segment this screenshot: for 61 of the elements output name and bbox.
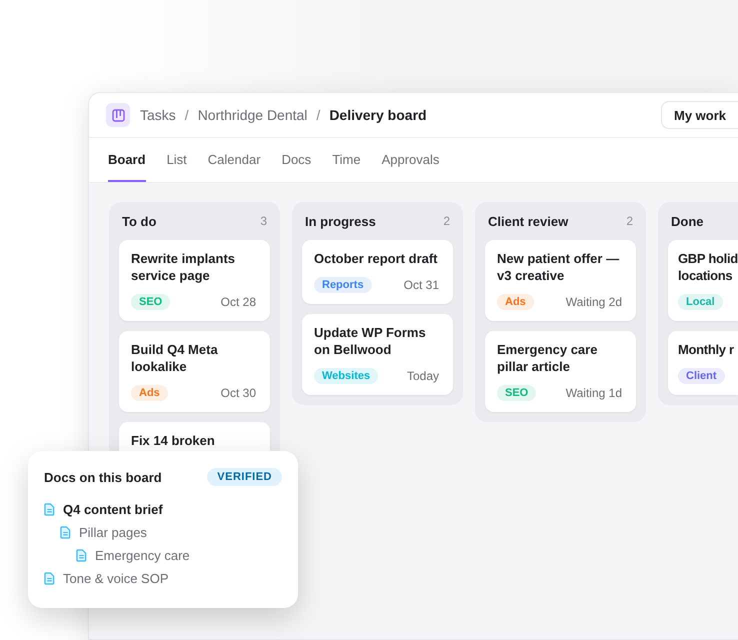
due-date: Oct 31: [404, 278, 439, 292]
column-title: Client review: [488, 214, 568, 228]
tag-label: Reports: [314, 277, 372, 293]
task-card[interactable]: Emergency care pillar article SEO Waiting 1d: [485, 331, 636, 412]
due-date: Oct 30: [220, 386, 256, 400]
column-title: Done: [671, 214, 704, 228]
breadcrumb-current: Delivery board: [329, 107, 427, 123]
card-title: Fix 14 broken: [131, 432, 216, 449]
task-card[interactable]: New patient offer — v3 creative Ads Waiting 2d: [485, 240, 636, 321]
tag-label: SEO: [497, 385, 536, 401]
task-card[interactable]: Monthly r Client: [668, 331, 738, 395]
due-date: Waiting 2d: [566, 295, 622, 309]
tab[interactable]: Board: [108, 138, 146, 182]
tab[interactable]: List: [166, 138, 187, 182]
card-count: 3: [260, 214, 267, 228]
breadcrumb-separator: /: [316, 107, 320, 123]
breadcrumb-link[interactable]: Tasks: [140, 107, 176, 123]
verified-badge: VERIFIED: [207, 468, 282, 486]
tag-label: Client: [678, 368, 725, 384]
tag-label: Local: [678, 294, 723, 310]
document-icon: [60, 526, 71, 539]
tab[interactable]: Approvals: [382, 138, 440, 182]
card-title: New patient offer — v3 creative: [497, 250, 620, 284]
due-date: Today: [406, 369, 439, 383]
document-icon: [44, 503, 55, 516]
tag-label: Websites: [314, 368, 378, 384]
tab[interactable]: Docs: [282, 138, 312, 182]
task-card[interactable]: Rewrite implants service page SEO Oct 28: [119, 240, 270, 321]
doc-link[interactable]: Emergency care: [95, 548, 190, 563]
tab[interactable]: Calendar: [208, 138, 261, 182]
document-icon: [44, 572, 55, 585]
column-title: To do: [122, 214, 156, 228]
task-card[interactable]: GBP holid locations Local: [668, 240, 738, 321]
column-title: In progress: [305, 214, 376, 228]
task-card[interactable]: Build Q4 Meta lookalike Ads Oct 30: [119, 331, 270, 412]
card-title: GBP holid locations: [678, 250, 738, 284]
document-icon: [76, 549, 87, 562]
breadcrumb-link[interactable]: Northridge Dental: [198, 107, 308, 123]
doc-link[interactable]: Tone & voice SOP: [63, 571, 168, 586]
task-card[interactable]: Update WP Forms on Bellwood Websites Today: [302, 314, 453, 395]
card-title: October report draft: [314, 250, 439, 267]
card-title: Monthly r: [678, 341, 734, 358]
doc-link[interactable]: Q4 content brief: [63, 502, 163, 517]
breadcrumb-separator: /: [184, 107, 189, 123]
card-count: 2: [443, 214, 450, 228]
tag-label: Ads: [131, 385, 168, 401]
my-work-button[interactable]: My work: [660, 101, 738, 129]
board-icon[interactable]: [106, 103, 130, 127]
task-card[interactable]: October report draft Reports Oct 31: [302, 240, 453, 304]
tag-label: SEO: [131, 294, 170, 310]
card-title: Update WP Forms on Bellwood: [314, 324, 427, 358]
tab[interactable]: Time: [332, 138, 361, 182]
tag-label: Ads: [497, 294, 534, 310]
card-title: Rewrite implants service page: [131, 250, 236, 284]
card-count: 2: [626, 214, 633, 228]
popup-title: Docs on this board: [44, 470, 162, 484]
card-title: Build Q4 Meta lookalike: [131, 341, 219, 375]
doc-link[interactable]: Pillar pages: [79, 525, 147, 540]
card-title: Emergency care pillar article: [497, 341, 598, 375]
due-date: Oct 28: [220, 295, 256, 309]
due-date: Waiting 1d: [566, 386, 622, 400]
